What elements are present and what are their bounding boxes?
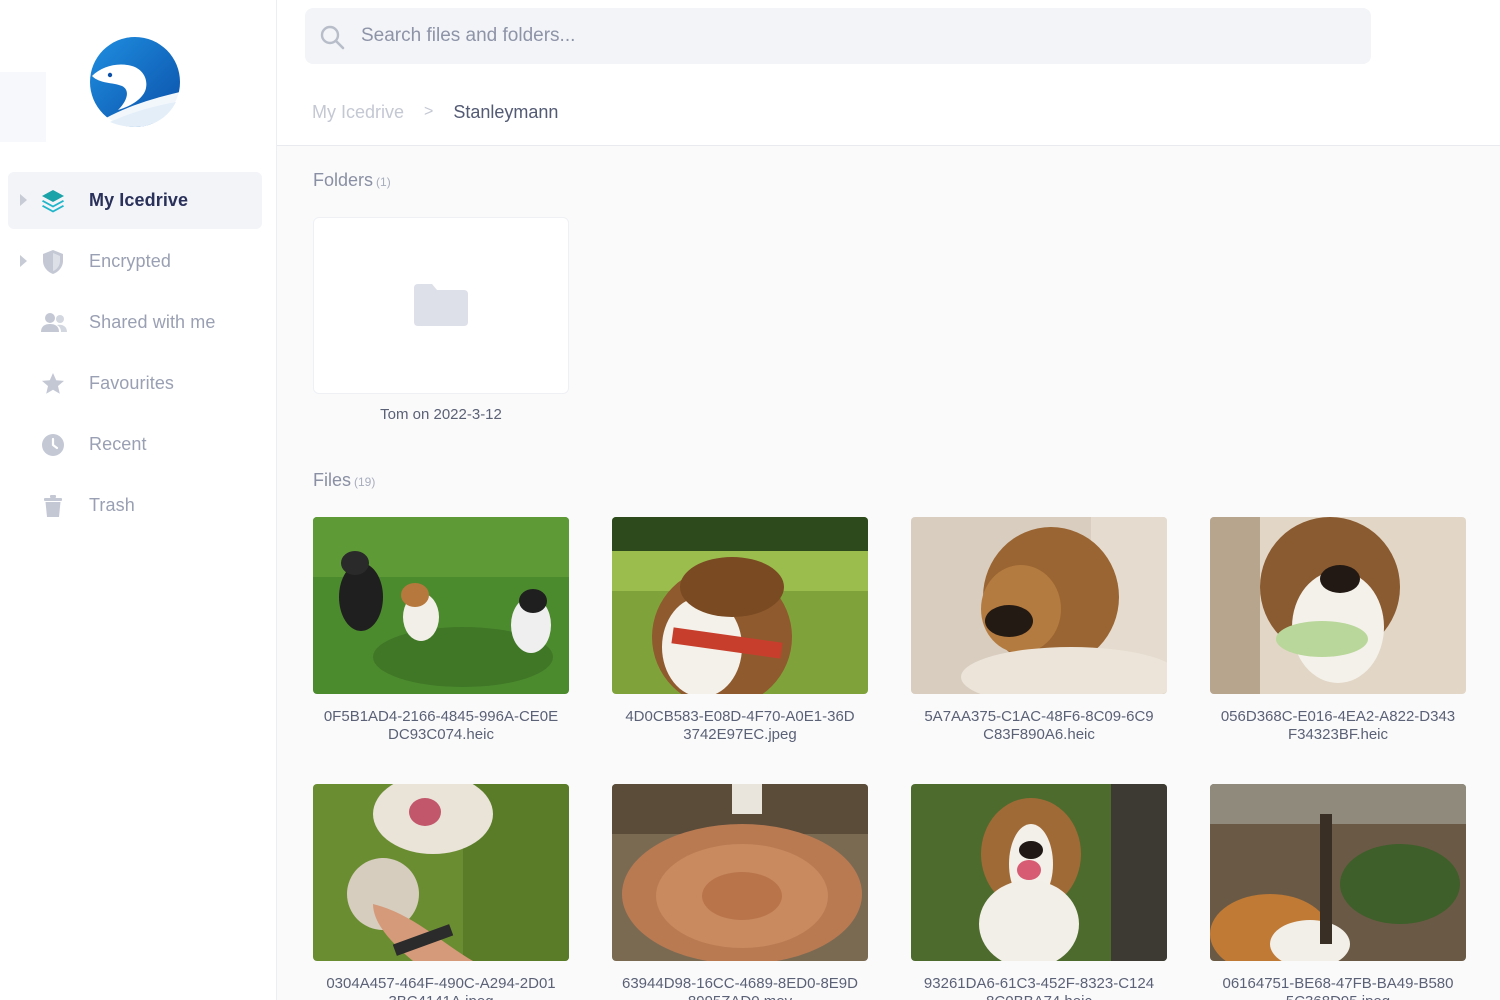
folders-count: (1) <box>376 175 391 189</box>
sidebar: My Icedrive Encrypted Shared with me Fav… <box>0 0 277 1000</box>
search-icon[interactable] <box>319 24 345 50</box>
file-thumbnail <box>313 517 569 694</box>
folders-title: Folders <box>313 170 374 190</box>
file-thumbnail <box>911 517 1167 694</box>
layers-icon <box>40 188 66 214</box>
users-icon <box>40 310 67 336</box>
breadcrumb-current: Stanleymann <box>453 101 559 122</box>
file-card[interactable]: 0F5B1AD4-2166-4845-996A-CE0EDC93C074.hei… <box>313 517 569 744</box>
icedrive-logo[interactable] <box>88 36 182 128</box>
file-thumbnail <box>1210 784 1466 961</box>
main-panel: My Icedrive > Stanleymann Folders(1) Tom… <box>277 0 1500 1000</box>
breadcrumb-root-link[interactable]: My Icedrive <box>312 102 404 123</box>
breadcrumb: My Icedrive > Stanleymann <box>312 100 558 124</box>
shield-icon <box>40 249 66 275</box>
file-thumbnail <box>313 784 569 961</box>
folder-name[interactable]: Tom on 2022-3-12 <box>313 406 569 423</box>
file-card[interactable]: 5A7AA375-C1AC-48F6-8C09-6C9C83F890A6.hei… <box>911 517 1167 744</box>
file-thumbnail <box>612 517 868 694</box>
file-browser: Folders(1) Tom on 2022-3-12 Files(19) <box>277 146 1500 1000</box>
file-thumbnail <box>612 784 868 961</box>
sidebar-item-shared-with-me[interactable]: Shared with me <box>8 294 262 351</box>
star-icon <box>40 371 66 397</box>
sidebar-item-label: Encrypted <box>89 251 171 271</box>
file-card[interactable]: 0304A457-464F-490C-A294-2D013BC4141A.jpe… <box>313 784 569 1000</box>
sidebar-item-recent[interactable]: Recent <box>8 416 262 473</box>
file-name: 056D368C-E016-4EA2-A822-D343F34323BF.hei… <box>1220 708 1456 743</box>
file-card[interactable]: 4D0CB583-E08D-4F70-A0E1-36D3742E97EC.jpe… <box>612 517 868 744</box>
folder-icon <box>412 282 470 328</box>
file-thumbnail <box>911 784 1167 961</box>
file-name: 0F5B1AD4-2166-4845-996A-CE0EDC93C074.hei… <box>323 708 559 743</box>
file-name: 63944D98-16CC-4689-8ED0-8E9D8995ZAD0.mov <box>622 975 858 1000</box>
sidebar-item-encrypted[interactable]: Encrypted <box>8 233 262 290</box>
file-card[interactable]: 93261DA6-61C3-452F-8323-C1248C0BBA74.hei… <box>911 784 1167 1000</box>
file-name: 93261DA6-61C3-452F-8323-C1248C0BBA74.hei… <box>923 975 1155 1000</box>
sidebar-item-label: Shared with me <box>89 312 216 332</box>
file-card[interactable]: 63944D98-16CC-4689-8ED0-8E9D8995ZAD0.mov <box>612 784 868 1000</box>
file-name: 0304A457-464F-490C-A294-2D013BC4141A.jpe… <box>326 975 556 1000</box>
sidebar-item-trash[interactable]: Trash <box>8 477 262 534</box>
sidebar-item-label: Recent <box>89 434 147 454</box>
files-count: (19) <box>354 475 376 489</box>
clock-icon <box>40 432 66 458</box>
breadcrumb-separator: > <box>424 103 434 120</box>
search-input[interactable] <box>361 16 1341 56</box>
file-name: 4D0CB583-E08D-4F70-A0E1-36D3742E97EC.jpe… <box>625 708 855 743</box>
files-heading: Files (19) <box>313 470 375 491</box>
sidebar-item-label: Trash <box>89 495 135 515</box>
file-name: 5A7AA375-C1AC-48F6-8C09-6C9C83F890A6.hei… <box>924 708 1154 743</box>
expand-caret-icon[interactable] <box>20 194 27 206</box>
file-thumbnail <box>1210 517 1466 694</box>
search-bar <box>305 8 1371 64</box>
file-name: 06164751-BE68-47FB-BA49-B5805C368D95.jpe… <box>1222 975 1454 1000</box>
folder-card[interactable] <box>313 217 569 394</box>
sidebar-nav: My Icedrive Encrypted Shared with me Fav… <box>8 172 262 538</box>
folders-heading: Folders (1) <box>313 170 391 191</box>
trash-icon <box>40 493 66 519</box>
sidebar-edge-tab[interactable] <box>0 72 46 142</box>
file-card[interactable]: 06164751-BE68-47FB-BA49-B5805C368D95.jpe… <box>1210 784 1466 1000</box>
sidebar-item-label: My Icedrive <box>89 190 189 210</box>
sidebar-item-favourites[interactable]: Favourites <box>8 355 262 412</box>
sidebar-item-label: Favourites <box>89 373 175 393</box>
files-title: Files <box>313 470 352 490</box>
file-card[interactable]: 056D368C-E016-4EA2-A822-D343F34323BF.hei… <box>1210 517 1466 744</box>
sidebar-item-my-icedrive[interactable]: My Icedrive <box>8 172 262 229</box>
expand-caret-icon[interactable] <box>20 255 27 267</box>
